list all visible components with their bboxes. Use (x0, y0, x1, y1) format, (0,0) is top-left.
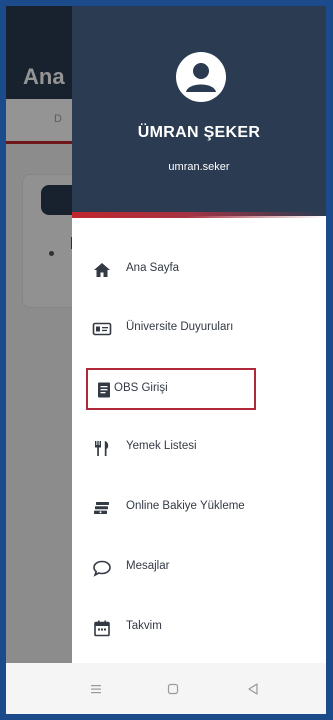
menu-item-label: Takvim (126, 620, 162, 632)
menu-item-universite-duyurulari[interactable]: Üniversite Duyuruları (92, 309, 317, 349)
drawer-header: ÜMRAN ŞEKER umran.seker (72, 6, 326, 216)
back-triangle-icon[interactable] (241, 677, 265, 701)
chat-icon (92, 558, 112, 578)
menu-item-mesajlar[interactable]: Mesajlar (92, 548, 317, 588)
phone-screen: Ana D ÜMRAN ŞEKER umran.seker Ana Sayfa … (6, 6, 326, 714)
menu-item-label: Online Bakiye Yükleme (126, 500, 245, 512)
avatar-icon (176, 52, 226, 102)
user-username: umran.seker (168, 161, 230, 173)
menu-item-online-bakiye-yukleme[interactable]: Online Bakiye Yükleme (92, 488, 317, 528)
utensils-icon (92, 438, 112, 458)
menu-item-ana-sayfa[interactable]: Ana Sayfa (92, 250, 317, 290)
menu-item-obs-girisi[interactable]: OBS Girişi (86, 368, 256, 410)
menu-item-takvim[interactable]: Takvim (92, 608, 317, 648)
document-icon (94, 380, 114, 400)
user-name: ÜMRAN ŞEKER (137, 124, 261, 141)
navigation-drawer: ÜMRAN ŞEKER umran.seker Ana Sayfa Üniver… (72, 6, 326, 663)
system-nav-bar (6, 663, 326, 714)
home-icon (92, 260, 112, 280)
money-icon (92, 498, 112, 518)
menu-item-label: Ana Sayfa (126, 262, 180, 274)
menu-item-yemek-listesi[interactable]: Yemek Listesi (92, 428, 317, 468)
calendar-icon (92, 618, 112, 638)
header-accent-line (72, 212, 326, 218)
menu-item-label: OBS Girişi (114, 382, 168, 394)
menu-item-label: Üniversite Duyuruları (126, 321, 234, 333)
home-square-icon[interactable] (161, 677, 185, 701)
menu-item-label: Yemek Listesi (126, 440, 197, 452)
menu-icon[interactable] (84, 677, 108, 701)
menu-item-label: Mesajlar (126, 560, 170, 572)
id-card-icon (92, 319, 112, 339)
